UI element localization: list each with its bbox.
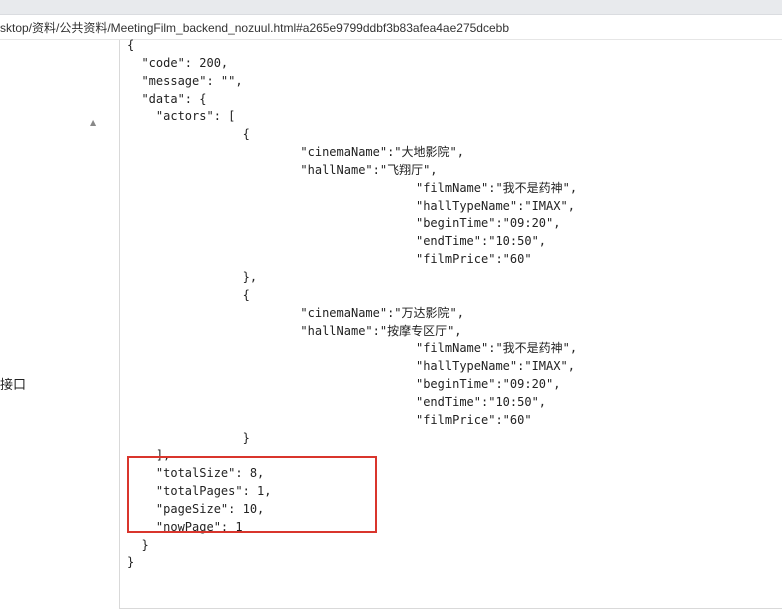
sidebar: ▲ 接口	[0, 40, 120, 614]
code-line: "beginTime":"09:20",	[127, 216, 561, 231]
code-line: "cinemaName":"万达影院",	[127, 305, 464, 320]
code-line: "nowPage": 1	[127, 519, 243, 534]
code-line: ],	[127, 448, 171, 463]
code-line: {	[127, 127, 250, 142]
collapse-arrow-icon[interactable]: ▲	[90, 118, 96, 127]
code-line: "filmPrice":"60"	[127, 412, 532, 427]
code-line: }	[127, 537, 149, 552]
code-line: "hallName":"飞翔厅",	[127, 162, 438, 177]
code-line: "hallName":"按摩专区厅",	[127, 323, 462, 338]
code-line: "pageSize": 10,	[127, 501, 265, 516]
code-line: "totalPages": 1,	[127, 484, 272, 499]
code-line: }	[127, 430, 250, 445]
code-line: {	[127, 38, 135, 52]
code-line: "hallTypeName":"IMAX",	[127, 359, 575, 374]
code-line: "code": 200,	[127, 55, 229, 70]
code-line: }	[127, 555, 135, 570]
code-line: "cinemaName":"大地影院",	[127, 145, 464, 160]
code-line: "beginTime":"09:20",	[127, 377, 561, 392]
code-line: "hallTypeName":"IMAX",	[127, 198, 575, 213]
code-line: "filmName":"我不是药神",	[127, 180, 578, 195]
code-line: "filmName":"我不是药神",	[127, 341, 578, 356]
code-line: "data": {	[127, 91, 207, 106]
code-line: },	[127, 269, 258, 284]
code-line: "message": "",	[127, 73, 243, 88]
code-line: "filmPrice":"60"	[127, 252, 532, 267]
code-line: "endTime":"10:50",	[127, 234, 547, 249]
json-code-block: { "code": 200, "message": "", "data": { …	[127, 37, 577, 572]
code-line: "actors": [	[127, 109, 236, 124]
url-text[interactable]: sktop/资料/公共资料/MeetingFilm_backend_nozuul…	[0, 19, 509, 36]
code-line: "totalSize": 8,	[127, 466, 265, 481]
code-line: {	[127, 287, 250, 302]
browser-tab-strip	[0, 0, 782, 15]
code-line: "endTime":"10:50",	[127, 394, 547, 409]
sidebar-item-label[interactable]: 接口	[0, 374, 26, 393]
